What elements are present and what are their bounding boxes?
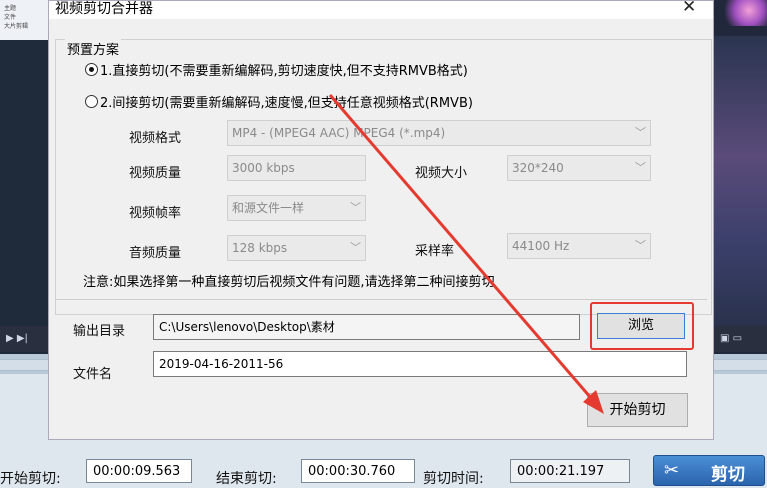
- cut-button-label: 剪切: [711, 465, 745, 485]
- chevron-down-icon: ﹀: [635, 239, 646, 252]
- note-text: 注意:如果选择第一种直接剪切后视频文件有问题,请选择第二种间接剪切: [83, 275, 495, 290]
- audio-quality-value: 128 kbps: [232, 241, 288, 255]
- background-thumbnail: 主题 文件 大片剪辑: [0, 0, 48, 40]
- end-cut-label: 结束剪切:: [216, 471, 277, 487]
- frame-rate-label: 视频帧率: [129, 206, 182, 221]
- sample-rate-select[interactable]: 44100 Hz ﹀: [507, 233, 651, 259]
- direct-cut-radio[interactable]: [85, 63, 98, 76]
- chevron-down-icon: ﹀: [350, 241, 361, 254]
- dialog-content: 预置方案 1.直接剪切(不需要重新编解码,剪切速度快,但不支持RMVB格式) 2…: [49, 19, 713, 439]
- cut-button[interactable]: ✂ 剪切: [653, 455, 765, 486]
- audio-quality-select[interactable]: 128 kbps ﹀: [227, 235, 366, 261]
- video-quality-field[interactable]: 3000 kbps: [227, 155, 366, 181]
- close-icon[interactable]: ✕: [682, 0, 696, 17]
- player-controls-right[interactable]: ▣ ▭: [714, 326, 767, 352]
- video-quality-label: 视频质量: [129, 166, 182, 181]
- filename-label: 文件名: [73, 367, 113, 382]
- scissors-icon: ✂: [664, 460, 680, 481]
- end-cut-time-field[interactable]: 00:00:30.760: [301, 459, 415, 483]
- sample-rate-value: 44100 Hz: [512, 239, 570, 253]
- view-controls-icon[interactable]: ▣ ▭: [720, 333, 742, 344]
- video-quality-value: 3000 kbps: [232, 161, 295, 175]
- sample-rate-label: 采样率: [415, 244, 455, 259]
- background-list-item: 文件: [4, 14, 17, 21]
- dialog-title: 视频剪切合并器: [55, 1, 153, 17]
- direct-cut-label[interactable]: 1.直接剪切(不需要重新编解码,剪切速度快,但不支持RMVB格式): [100, 60, 468, 79]
- video-size-label: 视频大小: [415, 166, 468, 181]
- video-format-value: MP4 - (MPEG4 AAC) MPEG4 (*.mp4): [232, 126, 446, 140]
- frame-rate-value: 和源文件一样: [232, 201, 305, 215]
- dialog-titlebar[interactable]: 视频剪切合并器 ✕: [49, 0, 713, 19]
- video-format-select[interactable]: MP4 - (MPEG4 AAC) MPEG4 (*.mp4) ﹀: [227, 120, 651, 146]
- duration-label: 剪切时间:: [423, 471, 484, 487]
- preset-group-label: 预置方案: [65, 39, 122, 58]
- video-size-value: 320*240: [512, 161, 564, 175]
- output-dir-field[interactable]: C:\Users\lenovo\Desktop\素材: [153, 314, 580, 340]
- chevron-down-icon: ﹀: [635, 126, 646, 139]
- start-cut-label: 开始剪切:: [0, 471, 61, 487]
- chevron-down-icon: ﹀: [350, 201, 361, 214]
- chevron-down-icon: ﹀: [635, 161, 646, 174]
- background-list-item: 大片剪辑: [4, 23, 29, 30]
- video-cut-merge-dialog: 视频剪切合并器 ✕ 预置方案 1.直接剪切(不需要重新编解码,剪切速度快,但不支…: [48, 0, 714, 440]
- frame-rate-select[interactable]: 和源文件一样 ﹀: [227, 195, 366, 221]
- annotation-highlight-box: [590, 302, 694, 350]
- duration-field: 00:00:21.197: [510, 459, 630, 483]
- video-format-label: 视频格式: [129, 131, 182, 146]
- start-cut-button[interactable]: 开始剪切: [587, 393, 688, 427]
- player-controls-left[interactable]: ▶ ▶|: [0, 326, 48, 352]
- output-dir-label: 输出目录: [73, 324, 126, 339]
- background-video-glow: [722, 0, 767, 26]
- indirect-cut-radio[interactable]: [85, 95, 98, 108]
- start-cut-time-field[interactable]: 00:00:09.563: [86, 459, 192, 483]
- audio-quality-label: 音频质量: [129, 246, 182, 261]
- background-video-frame: [714, 36, 767, 336]
- section-divider: [55, 299, 707, 300]
- background-list-item: 主题: [4, 5, 17, 12]
- indirect-cut-label[interactable]: 2.间接剪切(需要重新编解码,速度慢,但支持任意视频格式(RMVB): [100, 92, 473, 111]
- filename-field[interactable]: 2019-04-16-2011-56: [153, 351, 687, 377]
- play-controls-icon[interactable]: ▶ ▶|: [6, 333, 28, 344]
- video-size-select[interactable]: 320*240 ﹀: [507, 155, 651, 181]
